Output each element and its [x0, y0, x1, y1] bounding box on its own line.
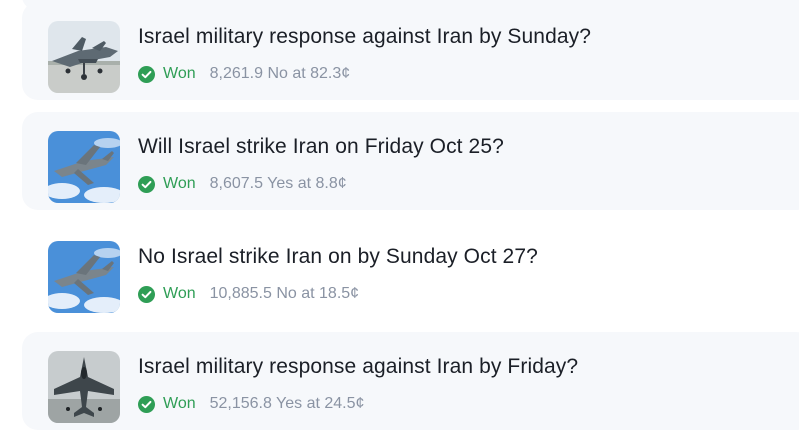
won-status: Won — [163, 285, 196, 302]
check-circle-icon — [138, 395, 155, 413]
market-card[interactable]: Israel military response against Iran by… — [22, 2, 799, 100]
market-title[interactable]: No Israel strike Iran on by Sunday Oct 2… — [138, 245, 538, 269]
market-card[interactable]: Israel military response against Iran by… — [22, 332, 799, 430]
position-detail: 8,261.9 No at 82.3¢ — [209, 65, 351, 82]
market-card[interactable]: No Israel strike Iran on by Sunday Oct 2… — [22, 222, 799, 320]
market-title[interactable]: Israel military response against Iran by… — [138, 25, 591, 49]
position-detail: 52,156.8 Yes at 24.5¢ — [209, 395, 365, 412]
market-result: Won 8,261.9 No at 82.3¢ — [138, 64, 350, 84]
market-card[interactable]: Will Israel strike Iran on Friday Oct 25… — [22, 112, 799, 210]
fighter-jet-thumbnail-icon — [48, 21, 120, 93]
markets-list: Israel military response against Iran by… — [0, 0, 799, 446]
won-status: Won — [163, 65, 196, 82]
fighter-jet-thumbnail-icon — [48, 131, 120, 203]
check-circle-icon — [138, 65, 155, 83]
won-status: Won — [163, 395, 196, 412]
check-circle-icon — [138, 175, 155, 193]
check-circle-icon — [138, 285, 155, 303]
market-result: Won 52,156.8 Yes at 24.5¢ — [138, 394, 364, 414]
position-detail: 10,885.5 No at 18.5¢ — [209, 285, 360, 302]
market-title[interactable]: Will Israel strike Iran on Friday Oct 25… — [138, 135, 504, 159]
market-title[interactable]: Israel military response against Iran by… — [138, 355, 578, 379]
position-detail: 8,607.5 Yes at 8.8¢ — [209, 175, 347, 192]
market-result: Won 8,607.5 Yes at 8.8¢ — [138, 174, 347, 194]
won-status: Won — [163, 175, 196, 192]
fighter-jet-thumbnail-icon — [48, 351, 120, 423]
fighter-jet-thumbnail-icon — [48, 241, 120, 313]
market-result: Won 10,885.5 No at 18.5¢ — [138, 284, 359, 304]
